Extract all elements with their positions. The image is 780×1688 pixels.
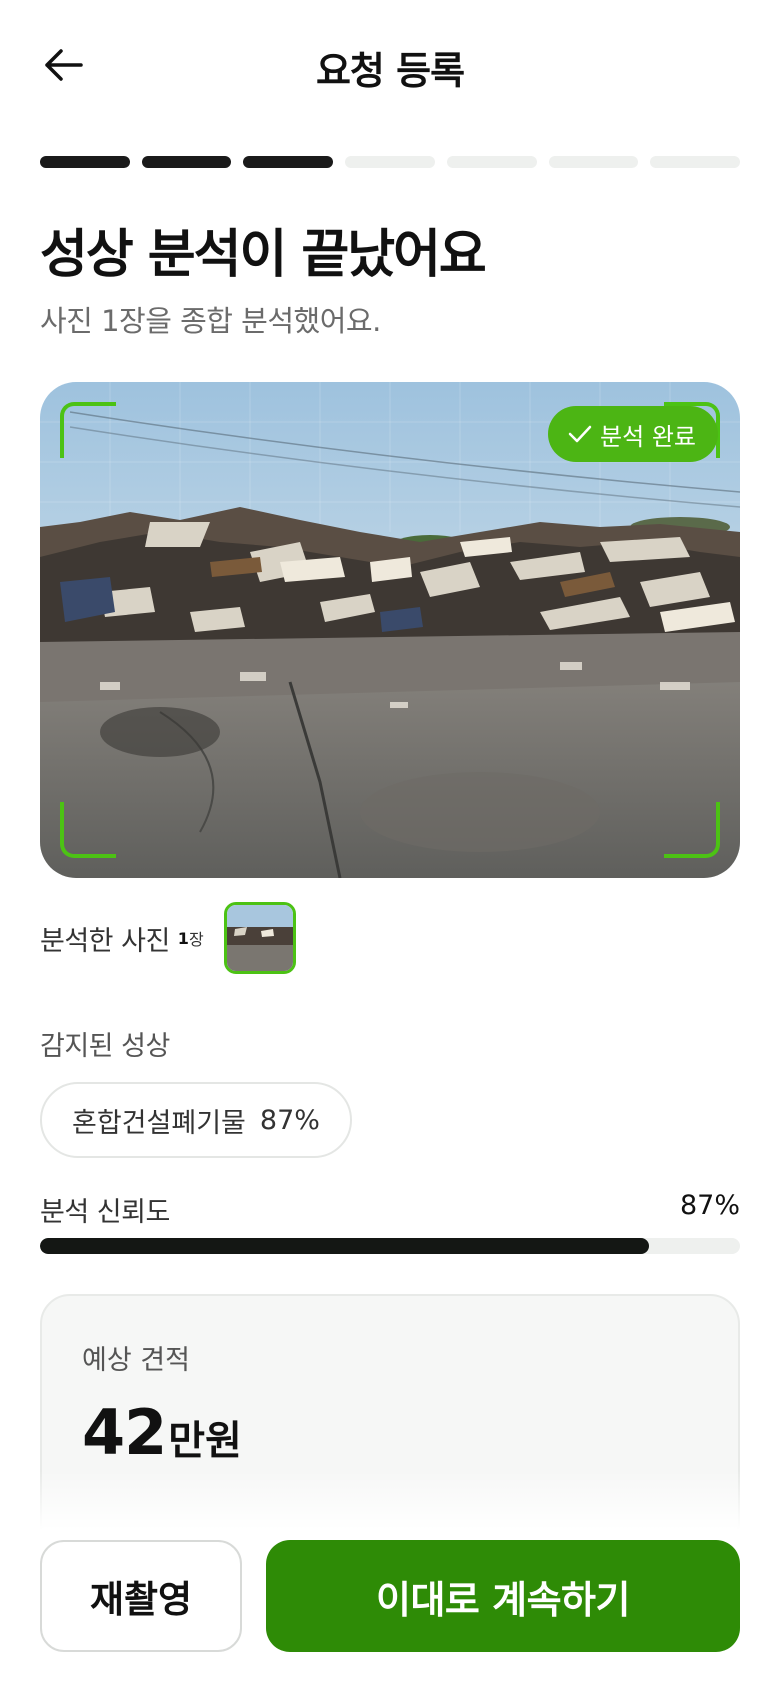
result-title: 성상 분석이 끝났어요 [40,225,487,285]
bottom-action-bar: 재촬영 이대로 계속하기 [0,1530,780,1688]
analyzed-photo: 분석 완료 [40,382,740,878]
estimate-label: 예상 견적 [82,1345,190,1376]
photo-thumbnail[interactable] [223,902,296,974]
continue-button[interactable]: 이대로 계속하기 [266,1540,740,1652]
top-app-bar: 요청 등록 [0,0,780,128]
scan-frame-corner [60,402,116,458]
analyzed-photos-row: 분석한 사진 1 장 [40,900,296,976]
check-icon [568,425,592,443]
chip-percent: 87% [259,1104,320,1136]
progress-step [548,156,639,168]
detected-label: 감지된 성상 [40,1031,170,1062]
detected-chip: 혼합건설폐기물 87% [40,1082,352,1158]
scan-frame-corner [664,802,720,858]
result-subtitle: 사진 1장을 종합 분석했어요. [40,304,381,338]
analysis-complete-badge: 분석 완료 [548,406,718,462]
analyzed-photos-label: 분석한 사진 [40,925,170,957]
estimate-amount: 42 만원 [82,1396,242,1469]
progress-step [650,156,741,168]
analyzed-photos-unit: 장 [188,930,204,949]
progress-step [345,156,435,168]
confidence-label: 분석 신뢰도 [40,1197,170,1228]
confidence-bar-fill [40,1238,649,1254]
thumbnail-image [226,905,293,971]
estimate-number: 42 [82,1396,167,1469]
scan-frame-corner [60,802,116,858]
progress-step [141,156,232,168]
progress-step [243,156,334,168]
analyzed-photos-count: 1 [177,928,189,948]
page-title: 요청 등록 [315,49,465,93]
progress-step [446,156,537,168]
step-progress [40,156,741,168]
confidence-bar [40,1238,740,1254]
scroll-fade [0,1470,780,1530]
retake-button[interactable]: 재촬영 [40,1540,242,1652]
chip-name: 혼합건설폐기물 [72,1107,246,1139]
progress-step [40,156,130,168]
estimate-unit: 만원 [168,1418,242,1464]
confidence-value: 87% [679,1190,740,1221]
badge-label: 분석 완료 [600,422,696,451]
